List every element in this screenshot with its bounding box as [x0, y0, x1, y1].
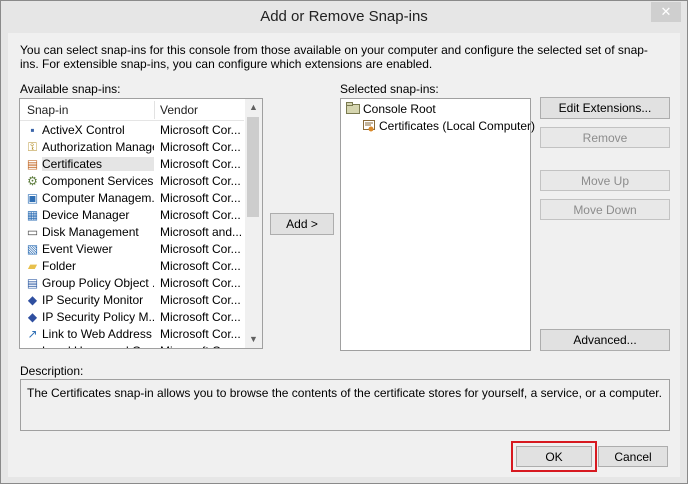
- column-header-vendor[interactable]: Vendor: [160, 103, 198, 117]
- snapin-vendor: Microsoft Cor...: [160, 123, 241, 137]
- description-box: The Certificates snap-in allows you to b…: [20, 379, 670, 431]
- ok-button[interactable]: OK: [511, 441, 597, 472]
- snapin-name: Computer Managem...: [42, 191, 154, 205]
- list-item[interactable]: ▦ Device Manager Microsoft Cor...: [20, 207, 244, 224]
- snapin-name: Disk Management: [42, 225, 139, 239]
- cancel-button[interactable]: Cancel: [598, 446, 668, 467]
- snapin-name: Certificates: [42, 157, 154, 171]
- snapin-name: Folder: [42, 259, 77, 273]
- local-users-icon: ☺: [25, 344, 40, 348]
- available-snapins-label: Available snap-ins:: [20, 82, 121, 96]
- disk-management-icon: ▭: [26, 225, 39, 239]
- link-icon: ↗: [27, 327, 38, 341]
- selected-snapins-tree[interactable]: Console Root Certificates (Local Compute…: [340, 98, 535, 351]
- move-up-button[interactable]: Move Up: [540, 170, 670, 191]
- list-item[interactable]: ↗ Link to Web Address Microsoft Cor...: [20, 326, 244, 343]
- list-item[interactable]: ▤ Group Policy Object ... Microsoft Cor...: [20, 275, 244, 292]
- edit-extensions-button[interactable]: Edit Extensions...: [540, 97, 670, 119]
- close-button[interactable]: ✕: [651, 2, 681, 22]
- snapin-vendor: Microsoft Cor...: [160, 157, 241, 171]
- snapin-name: Authorization Manager: [42, 140, 154, 154]
- close-icon: ✕: [660, 4, 672, 19]
- list-item[interactable]: ▣ Computer Managem... Microsoft Cor...: [20, 190, 244, 207]
- snapin-vendor: Microsoft Cor...: [160, 140, 241, 154]
- ip-security-monitor-icon: ◆: [27, 293, 38, 307]
- window-title: Add or Remove Snap-ins: [260, 8, 428, 25]
- snapin-name: Group Policy Object ...: [42, 276, 154, 290]
- component-services-icon: ⚙: [27, 174, 38, 188]
- scroll-up-arrow-icon[interactable]: ▲: [245, 99, 262, 116]
- list-item[interactable]: ☺Local Users and Gro... Microsoft Cor...: [20, 343, 244, 348]
- snapin-name: ActiveX Control: [42, 123, 125, 137]
- console-root-folder-icon: [345, 102, 360, 117]
- title-bar: Add or Remove Snap-ins ✕: [1, 1, 687, 33]
- remove-button[interactable]: Remove: [540, 127, 670, 148]
- computer-management-icon: ▣: [26, 191, 39, 205]
- scroll-down-arrow-icon[interactable]: ▼: [245, 331, 262, 348]
- vertical-scrollbar[interactable]: ▲ ▼: [245, 99, 262, 348]
- console-root-label: Console Root: [363, 102, 436, 116]
- list-item[interactable]: ▰ Folder Microsoft Cor...: [20, 258, 244, 275]
- dialog-window: Add or Remove Snap-ins ✕ You can select …: [0, 0, 688, 484]
- snapin-vendor: Microsoft Cor...: [160, 174, 241, 188]
- column-separator[interactable]: [154, 101, 155, 119]
- description-text: The Certificates snap-in allows you to b…: [27, 386, 662, 400]
- certificates-local-label: Certificates (Local Computer): [379, 119, 536, 133]
- advanced-button[interactable]: Advanced...: [540, 329, 670, 351]
- list-item[interactable]: ▭ Disk Management Microsoft and...: [20, 224, 244, 241]
- dialog-client: You can select snap-ins for this console…: [8, 33, 680, 477]
- snapin-vendor: Microsoft Cor...: [160, 191, 241, 205]
- snapin-vendor: Microsoft Cor...: [160, 327, 241, 341]
- list-item[interactable]: ▤ Certificates Microsoft Cor...: [20, 156, 244, 173]
- snapin-vendor: Microsoft and...: [160, 225, 243, 239]
- authorization-icon: ⚿: [27, 140, 38, 154]
- snapin-name: Link to Web Address: [42, 327, 152, 341]
- description-label: Description:: [20, 364, 84, 378]
- list-item[interactable]: ⚙ Component Services Microsoft Cor...: [20, 173, 244, 190]
- move-down-button[interactable]: Move Down: [540, 199, 670, 220]
- snapin-vendor: Microsoft Cor...: [160, 208, 241, 222]
- snapin-vendor: Microsoft Cor...: [160, 310, 241, 324]
- activex-icon: ▪: [30, 123, 35, 137]
- available-snapins-list[interactable]: Snap-in Vendor ▪ ActiveX Control Microsoft…: [19, 98, 263, 349]
- available-snapins-rows: ▪ ActiveX Control Microsoft Cor... ⚿ Authori…: [20, 122, 244, 348]
- snapin-name: Local Users and Gro...: [42, 344, 154, 348]
- snapin-name: Component Services: [42, 174, 154, 188]
- snapin-vendor: Microsoft Cor...: [160, 242, 241, 256]
- ip-security-policy-icon: ◆: [27, 310, 38, 324]
- snapin-vendor: Microsoft Cor...: [160, 259, 241, 273]
- list-item[interactable]: ▪ ActiveX Control Microsoft Cor...: [20, 122, 244, 139]
- add-button[interactable]: Add >: [270, 213, 334, 235]
- snapin-name: Device Manager: [42, 208, 130, 222]
- event-viewer-icon: ▧: [26, 242, 39, 256]
- intro-text: You can select snap-ins for this console…: [20, 43, 648, 71]
- list-header: Snap-in Vendor: [20, 99, 244, 121]
- selected-snapins-label: Selected snap-ins:: [340, 82, 439, 96]
- certificates-icon: [361, 119, 376, 134]
- folder-icon: ▰: [27, 259, 38, 273]
- column-header-snapin[interactable]: Snap-in: [27, 103, 68, 117]
- list-item[interactable]: ◆ IP Security Monitor Microsoft Cor...: [20, 292, 244, 309]
- list-item[interactable]: ⚿ Authorization Manager Microsoft Cor...: [20, 139, 244, 156]
- list-item[interactable]: ▧ Event Viewer Microsoft Cor...: [20, 241, 244, 258]
- certificates-icon: ▤: [26, 157, 39, 171]
- list-item[interactable]: ◆ IP Security Policy M... Microsoft Cor...: [20, 309, 244, 326]
- device-manager-icon: ▦: [26, 208, 39, 222]
- scroll-thumb[interactable]: [247, 117, 259, 217]
- snapin-vendor: Microsoft Cor...: [160, 344, 244, 348]
- snapin-name: IP Security Monitor: [42, 293, 144, 307]
- snapin-name: IP Security Policy M...: [42, 310, 154, 324]
- snapin-vendor: Microsoft Cor...: [160, 276, 241, 290]
- snapin-vendor: Microsoft Cor...: [160, 293, 241, 307]
- snapin-name: Event Viewer: [42, 242, 113, 256]
- group-policy-icon: ▤: [26, 276, 39, 290]
